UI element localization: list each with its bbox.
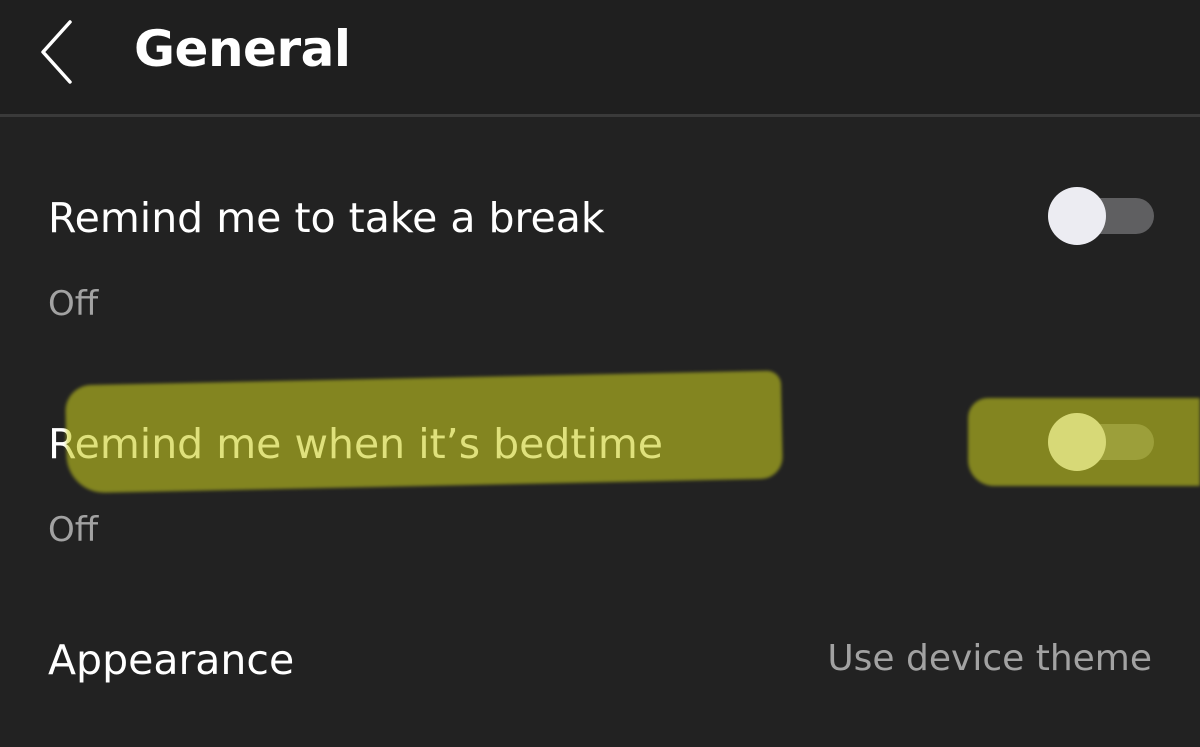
bedtime-reminder-status: Off bbox=[48, 510, 99, 550]
bedtime-reminder-toggle[interactable] bbox=[1048, 413, 1154, 471]
break-reminder-toggle[interactable] bbox=[1048, 187, 1154, 245]
page-title: General bbox=[134, 20, 351, 78]
chevron-left-icon bbox=[41, 20, 72, 84]
back-button[interactable] bbox=[30, 14, 90, 84]
bedtime-reminder-label: Remind me when it’s bedtime bbox=[48, 420, 663, 468]
toggle-knob bbox=[1048, 413, 1106, 471]
header-divider bbox=[0, 114, 1200, 117]
toggle-knob bbox=[1048, 187, 1106, 245]
break-reminder-status: Off bbox=[48, 284, 99, 324]
break-reminder-label: Remind me to take a break bbox=[48, 194, 605, 242]
appearance-value[interactable]: Use device theme bbox=[827, 636, 1152, 682]
appearance-label[interactable]: Appearance bbox=[48, 634, 294, 686]
header: General bbox=[0, 0, 1200, 114]
